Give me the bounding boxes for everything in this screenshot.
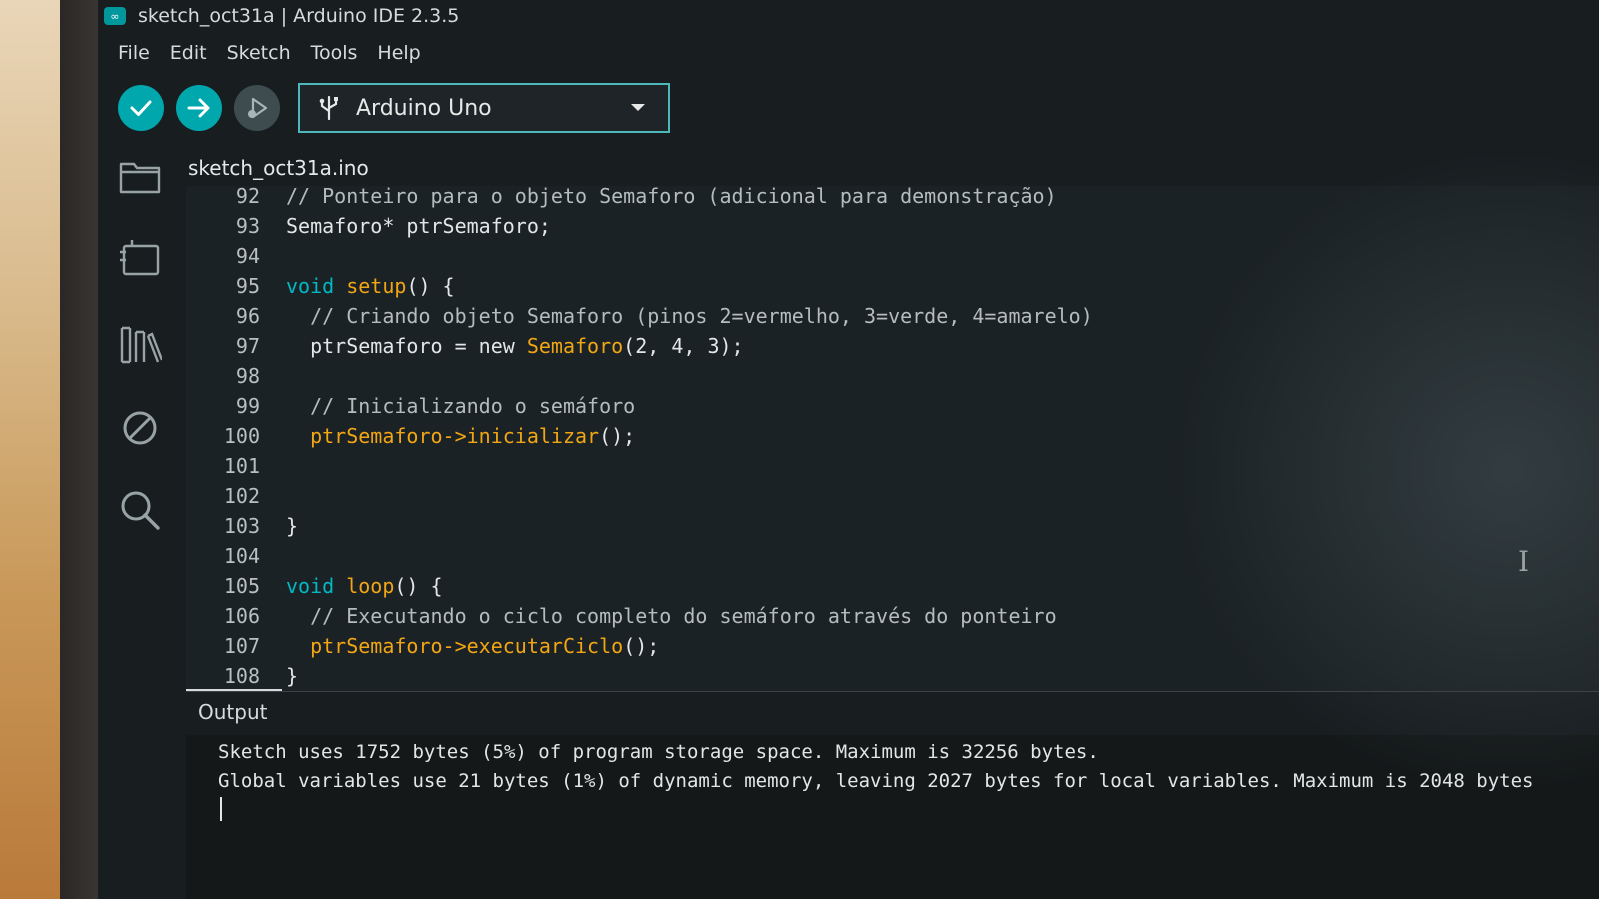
folder-icon[interactable] — [118, 154, 162, 198]
line-number: 105 — [223, 574, 260, 598]
code-token: } — [286, 664, 299, 688]
code-token: // Inicializando o semáforo — [310, 394, 636, 418]
code-token: inicializar — [466, 424, 600, 448]
line-number: 108 — [223, 664, 260, 688]
menu-help[interactable]: Help — [367, 38, 430, 68]
panel-divider[interactable] — [186, 691, 1599, 692]
code-token: Semaforo* ptrSemaforo; — [286, 214, 551, 238]
line-number: 102 — [223, 484, 260, 508]
code-token: ptrSemaforo-> — [310, 634, 467, 658]
line-number: 107 — [223, 634, 260, 658]
menu-file[interactable]: File — [108, 38, 160, 68]
menu-edit[interactable]: Edit — [160, 38, 217, 68]
code-line: ptrSemaforo->executarCiclo(); — [286, 634, 659, 658]
line-number: 103 — [223, 514, 260, 538]
upload-button[interactable] — [176, 85, 222, 131]
code-token: (); — [599, 424, 636, 448]
code-token: Semaforo — [526, 334, 624, 358]
arduino-ide-window: ∞ sketch_oct31a | Arduino IDE 2.3.5 File… — [98, 0, 1599, 899]
code-token: } — [286, 514, 299, 538]
line-number: 106 — [223, 604, 260, 628]
line-number: 101 — [223, 454, 260, 478]
search-icon[interactable] — [118, 488, 162, 532]
library-manager-icon[interactable] — [118, 322, 162, 366]
line-number: 104 — [223, 544, 260, 568]
line-number: 99 — [235, 394, 260, 418]
debug-button[interactable] — [234, 85, 280, 131]
verify-button[interactable] — [118, 85, 164, 131]
code-line: // Criando objeto Semaforo (pinos 2=verm… — [286, 304, 1093, 328]
code-token: setup — [346, 274, 407, 298]
tab-sketch[interactable]: sketch_oct31a.ino — [188, 150, 381, 186]
code-token: // Criando objeto Semaforo (pinos 2=verm… — [310, 304, 1093, 328]
code-token: loop — [346, 574, 395, 598]
line-number: 97 — [235, 334, 260, 358]
board-manager-icon[interactable] — [118, 238, 162, 282]
line-number: 94 — [235, 244, 260, 268]
menu-tools[interactable]: Tools — [301, 38, 368, 68]
line-number: 93 — [235, 214, 260, 238]
output-line: Sketch uses 1752 bytes (5%) of program s… — [218, 741, 1099, 763]
line-number: 95 — [235, 274, 260, 298]
menu-bar: File Edit Sketch Tools Help — [108, 38, 431, 68]
sidebar — [98, 140, 178, 560]
code-line: } — [286, 514, 298, 538]
code-line: Semaforo* ptrSemaforo; — [286, 214, 551, 238]
code-token: void — [286, 574, 335, 598]
output-console[interactable]: Sketch uses 1752 bytes (5%) of program s… — [186, 735, 1599, 899]
code-line: void setup() { — [286, 274, 455, 298]
line-number: 100 — [223, 424, 260, 448]
arduino-logo-icon: ∞ — [104, 7, 126, 25]
checkmark-icon — [130, 100, 152, 116]
code-line: // Ponteiro para o objeto Semaforo (adic… — [286, 184, 1057, 208]
code-token: void — [286, 274, 335, 298]
line-number: 92 — [235, 184, 260, 208]
board-selector[interactable]: Arduino Uno — [298, 83, 670, 133]
output-line: Global variables use 21 bytes (1%) of dy… — [218, 770, 1534, 792]
code-token: // Executando o ciclo completo do semáfo… — [310, 604, 1057, 628]
text-caret — [220, 797, 222, 821]
usb-icon — [319, 95, 338, 121]
code-line: void loop() { — [286, 574, 443, 598]
line-number: 96 — [235, 304, 260, 328]
code-token: () { — [394, 574, 443, 598]
debug-disabled-icon[interactable] — [118, 406, 162, 450]
line-number: 98 — [235, 364, 260, 388]
code-line: ptrSemaforo = new Semaforo(2, 4, 3); — [286, 334, 744, 358]
toolbar: Arduino Uno — [118, 82, 670, 134]
code-token: // Ponteiro para o objeto Semaforo (adic… — [286, 184, 1057, 208]
board-name: Arduino Uno — [356, 95, 492, 121]
mouse-text-cursor: I — [1518, 545, 1530, 578]
debugger-icon — [248, 97, 268, 119]
code-line: // Executando o ciclo completo do semáfo… — [286, 604, 1057, 628]
code-token: (2, 4, 3); — [623, 334, 744, 358]
output-panel-title: Output — [198, 700, 268, 724]
code-token: executarCiclo — [466, 634, 624, 658]
arrow-right-icon — [187, 98, 210, 118]
title-bar: ∞ sketch_oct31a | Arduino IDE 2.3.5 — [98, 0, 1599, 32]
code-token: () { — [406, 274, 455, 298]
code-line: } — [286, 664, 298, 688]
code-editor[interactable]: 92 // Ponteiro para o objeto Semaforo (ad… — [186, 184, 1599, 691]
code-token: (); — [623, 634, 660, 658]
chevron-down-icon — [631, 104, 645, 111]
window-title: sketch_oct31a | Arduino IDE 2.3.5 — [138, 5, 460, 27]
code-token: ptrSemaforo-> — [310, 424, 467, 448]
code-line: // Inicializando o semáforo — [286, 394, 635, 418]
code-line: ptrSemaforo->inicializar(); — [286, 424, 635, 448]
menu-sketch[interactable]: Sketch — [217, 38, 301, 68]
laptop-bezel — [60, 0, 100, 899]
code-token: ptrSemaforo = new — [310, 334, 527, 358]
